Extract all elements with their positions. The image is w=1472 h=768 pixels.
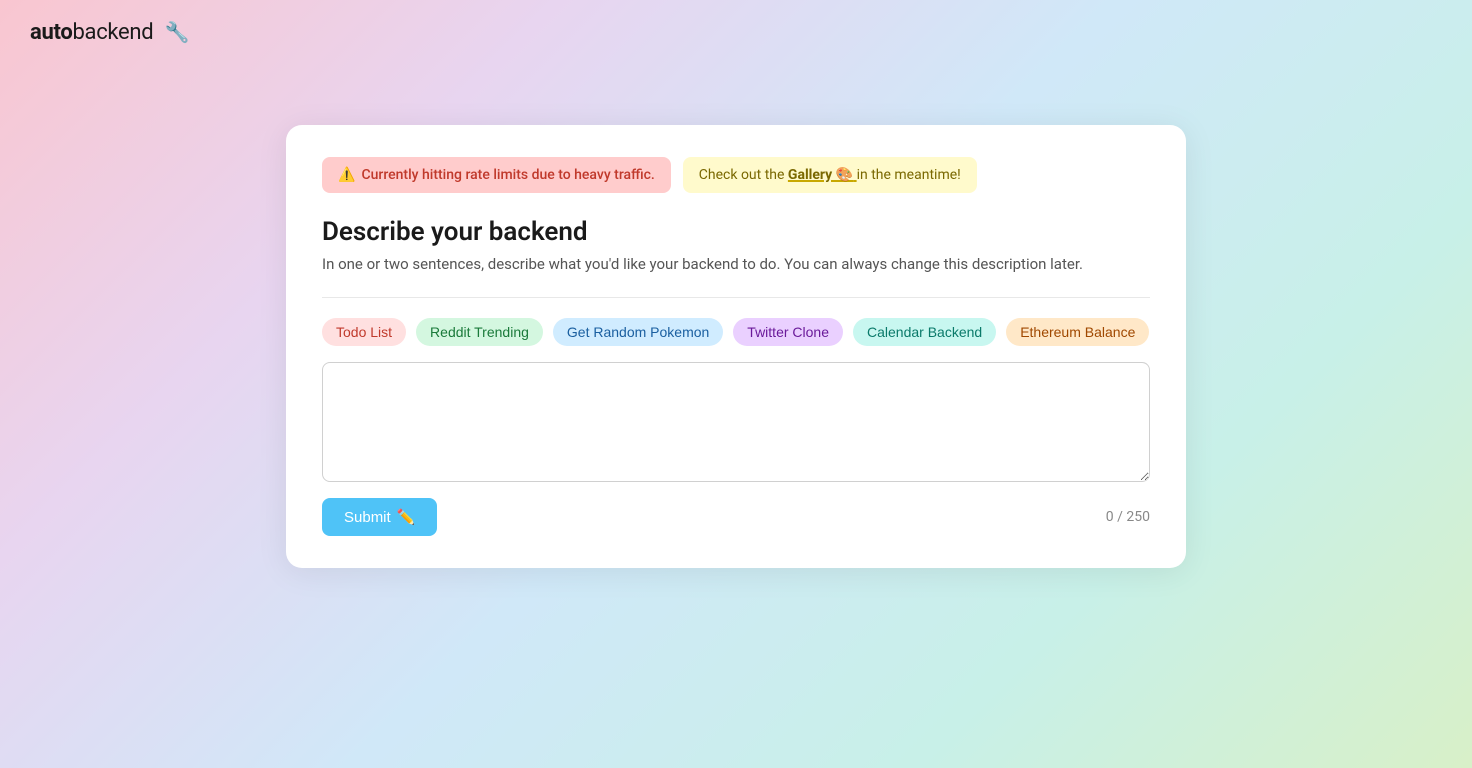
- logo-backend: backend: [72, 20, 153, 45]
- chip-2[interactable]: Get Random Pokemon: [553, 318, 723, 346]
- page-center: ⚠️ Currently hitting rate limits due to …: [0, 65, 1472, 568]
- gallery-prefix: Check out the: [699, 167, 785, 183]
- section-subtitle: In one or two sentences, describe what y…: [322, 255, 1150, 273]
- submit-button[interactable]: Submit ✏️: [322, 498, 437, 536]
- gallery-banner: Check out the Gallery 🎨 in the meantime!: [683, 157, 977, 193]
- gallery-suffix: in the meantime!: [857, 167, 961, 183]
- submit-icon: ✏️: [397, 508, 416, 526]
- chip-0[interactable]: Todo List: [322, 318, 406, 346]
- section-title: Describe your backend: [322, 217, 1150, 247]
- bottom-row: Submit ✏️ 0 / 250: [322, 498, 1150, 536]
- chip-5[interactable]: Ethereum Balance: [1006, 318, 1149, 346]
- chip-1[interactable]: Reddit Trending: [416, 318, 543, 346]
- alert-row: ⚠️ Currently hitting rate limits due to …: [322, 157, 1150, 193]
- app-header: autobackend 🔧: [0, 0, 219, 65]
- rate-limit-text: Currently hitting rate limits due to hea…: [361, 167, 654, 183]
- wrench-icon: 🔧: [165, 20, 190, 44]
- chip-4[interactable]: Calendar Backend: [853, 318, 996, 346]
- submit-label: Submit: [344, 509, 391, 526]
- logo-auto: auto: [30, 20, 72, 45]
- warning-icon: ⚠️: [338, 167, 355, 183]
- main-card: ⚠️ Currently hitting rate limits due to …: [286, 125, 1186, 568]
- chip-row: Todo List Reddit Trending Get Random Pokem…: [322, 318, 1150, 346]
- gallery-link[interactable]: Gallery 🎨: [788, 167, 857, 183]
- divider: [322, 297, 1150, 298]
- char-count: 0 / 250: [1106, 509, 1150, 525]
- app-logo: autobackend 🔧: [30, 20, 189, 45]
- description-textarea[interactable]: [322, 362, 1150, 482]
- chip-3[interactable]: Twitter Clone: [733, 318, 843, 346]
- rate-limit-banner: ⚠️ Currently hitting rate limits due to …: [322, 157, 671, 193]
